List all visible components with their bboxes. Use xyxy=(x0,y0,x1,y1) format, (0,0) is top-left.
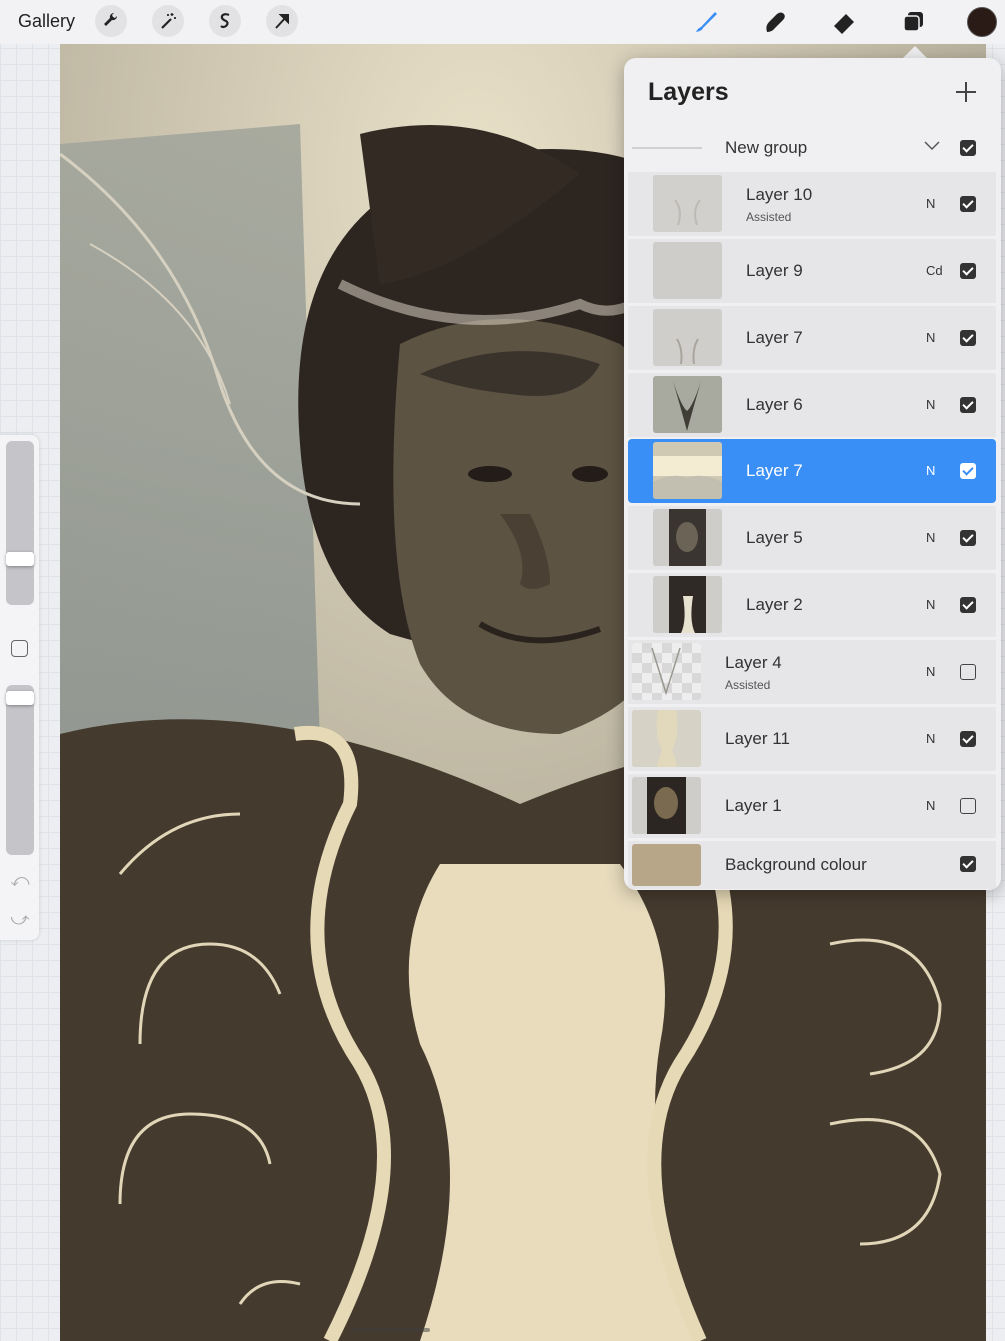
background-colour-row[interactable]: Background colour xyxy=(628,841,996,889)
color-picker-button[interactable] xyxy=(967,7,997,37)
adjustments-button[interactable] xyxy=(152,5,184,37)
undo-icon[interactable]: ⤺ xyxy=(10,870,30,890)
brush-icon xyxy=(696,12,717,32)
panel-title: Layers xyxy=(648,78,729,106)
left-sidebar: ⤺ ⤻ xyxy=(0,435,39,940)
brush-size-thumb[interactable] xyxy=(6,552,34,566)
blend-mode-button[interactable]: N xyxy=(926,798,935,813)
blend-mode-button[interactable]: N xyxy=(926,397,935,412)
layer-visibility-checkbox[interactable] xyxy=(960,731,976,747)
layer-thumbnail xyxy=(632,777,701,834)
layers-panel: Layers New group Layer 10 Assisted N Lay… xyxy=(624,58,1001,890)
layer-name: Layer 2 xyxy=(746,595,803,614)
layer-name: Background colour xyxy=(725,855,867,874)
layer-thumbnail xyxy=(653,509,722,566)
selection-icon xyxy=(220,13,230,29)
layer-thumbnail xyxy=(632,643,701,700)
layer-name: Layer 4 xyxy=(725,653,782,672)
layer-row-selected[interactable]: Layer 7 N xyxy=(628,439,996,503)
blend-mode-button[interactable]: N xyxy=(926,530,935,545)
blend-mode-button[interactable]: N xyxy=(926,731,935,746)
layer-thumbnail xyxy=(653,309,722,366)
layer-thumbnail xyxy=(653,242,722,299)
blend-mode-button[interactable]: N xyxy=(926,463,935,478)
layer-visibility-checkbox[interactable] xyxy=(960,330,976,346)
blend-mode-button[interactable]: N xyxy=(926,196,935,211)
layer-name: Layer 1 xyxy=(725,796,782,815)
layer-row[interactable]: Layer 10 Assisted N xyxy=(628,172,996,236)
background-visibility-checkbox[interactable] xyxy=(960,856,976,872)
chevron-down-icon[interactable] xyxy=(923,136,941,154)
actions-button[interactable] xyxy=(95,5,127,37)
layers-tool-button[interactable] xyxy=(897,6,929,38)
home-indicator xyxy=(350,1328,430,1332)
group-visibility-checkbox[interactable] xyxy=(960,140,976,156)
layer-row[interactable]: Layer 4 Assisted N xyxy=(628,640,996,704)
layer-name: Layer 7 xyxy=(746,461,803,480)
layer-name: Layer 10 xyxy=(746,185,813,204)
smudge-icon xyxy=(766,12,785,32)
layer-visibility-checkbox[interactable] xyxy=(960,664,976,680)
layer-visibility-checkbox[interactable] xyxy=(960,597,976,613)
layer-visibility-checkbox[interactable] xyxy=(960,798,976,814)
blend-mode-button[interactable]: N xyxy=(926,330,935,345)
layer-thumbnail xyxy=(653,576,722,633)
layer-row[interactable]: Layer 7 N xyxy=(628,306,996,370)
add-layer-icon[interactable] xyxy=(954,80,978,104)
brush-size-slider[interactable] xyxy=(6,441,34,605)
layer-thumbnail xyxy=(653,442,722,499)
layer-visibility-checkbox[interactable] xyxy=(960,530,976,546)
blend-mode-button[interactable]: N xyxy=(926,597,935,612)
layer-visibility-checkbox[interactable] xyxy=(960,463,976,479)
layer-name: Layer 7 xyxy=(746,328,803,347)
layer-subtitle: Assisted xyxy=(746,210,792,224)
group-line xyxy=(632,147,702,149)
blend-mode-button[interactable]: Cd xyxy=(926,263,943,278)
layers-icon xyxy=(903,12,923,32)
gallery-button[interactable]: Gallery xyxy=(18,11,75,32)
layer-name: Layer 5 xyxy=(746,528,803,547)
layer-thumbnail xyxy=(653,376,722,433)
eraser-tool-button[interactable] xyxy=(828,6,860,38)
background-colour-swatch xyxy=(632,844,701,886)
selection-button[interactable] xyxy=(209,5,241,37)
layer-name: Layer 9 xyxy=(746,261,803,280)
layer-name: Layer 11 xyxy=(725,729,790,748)
smudge-tool-button[interactable] xyxy=(759,6,791,38)
transform-button[interactable] xyxy=(266,5,298,37)
layer-group-row[interactable]: New group xyxy=(630,126,996,170)
layer-visibility-checkbox[interactable] xyxy=(960,263,976,279)
opacity-slider[interactable] xyxy=(6,685,34,855)
magic-wand-icon xyxy=(161,13,176,29)
group-name: New group xyxy=(725,138,808,157)
layer-row[interactable]: Layer 2 N xyxy=(628,573,996,637)
top-toolbar: Gallery xyxy=(0,0,1005,44)
brush-tool-button[interactable] xyxy=(690,6,722,38)
opacity-thumb[interactable] xyxy=(6,691,34,705)
layer-name: Layer 6 xyxy=(746,395,803,414)
blend-mode-button[interactable]: N xyxy=(926,664,935,679)
layer-visibility-checkbox[interactable] xyxy=(960,397,976,413)
layer-row[interactable]: Layer 11 N xyxy=(628,707,996,771)
layer-thumbnail xyxy=(632,710,701,767)
layer-visibility-checkbox[interactable] xyxy=(960,196,976,212)
layer-thumbnail xyxy=(653,175,722,232)
layer-row[interactable]: Layer 5 N xyxy=(628,506,996,570)
wrench-icon xyxy=(104,12,118,26)
layer-row[interactable]: Layer 6 N xyxy=(628,373,996,437)
layer-row[interactable]: Layer 9 Cd xyxy=(628,239,996,303)
modify-button[interactable] xyxy=(11,640,28,657)
layer-row[interactable]: Layer 1 N xyxy=(628,774,996,838)
layer-subtitle: Assisted xyxy=(725,678,771,692)
redo-icon[interactable]: ⤻ xyxy=(10,909,30,929)
transform-arrow-icon xyxy=(275,14,289,29)
eraser-icon xyxy=(834,14,854,34)
